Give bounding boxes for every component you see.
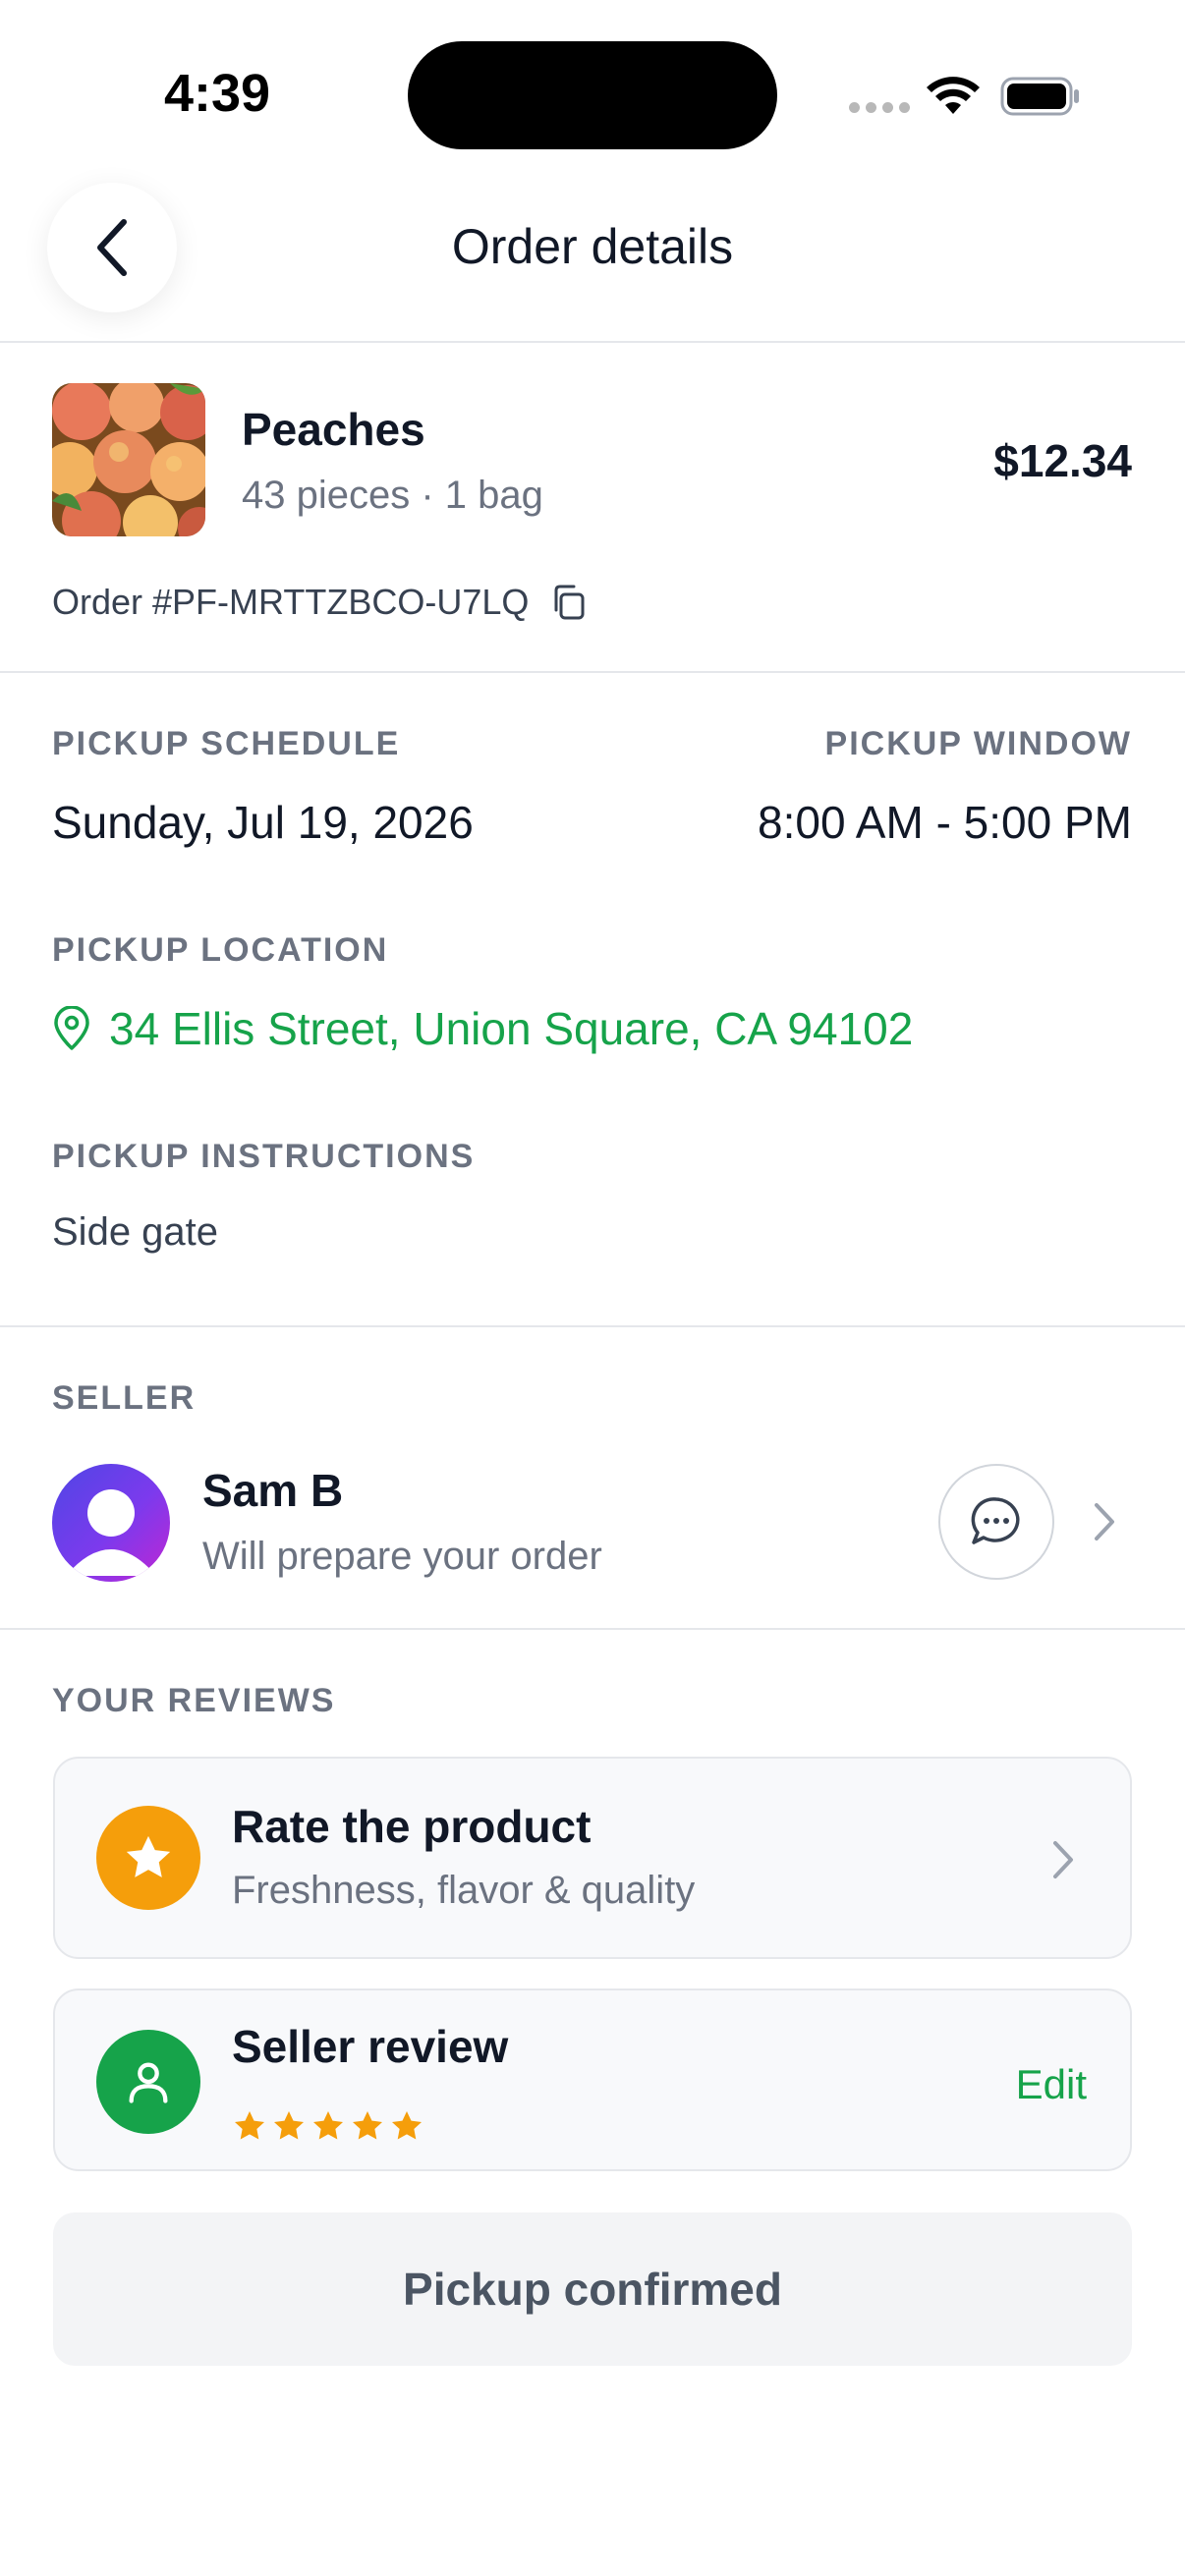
seller-subtitle: Will prepare your order	[202, 1535, 602, 1578]
pickup-window: 8:00 AM - 5:00 PM	[758, 797, 1132, 848]
wifi-icon	[927, 77, 980, 114]
chat-bubble-icon	[971, 1497, 1020, 1544]
status-time: 4:39	[164, 64, 271, 123]
seller-review-card: Seller review Edit	[53, 1988, 1132, 2171]
divider	[0, 1325, 1185, 1327]
rate-product-card[interactable]: Rate the product Freshness, flavor & qua…	[53, 1757, 1132, 1959]
status-bar: 4:39	[0, 0, 1185, 187]
chevron-right-icon[interactable]	[1089, 1499, 1118, 1544]
pickup-window-label: PICKUP WINDOW	[824, 725, 1132, 762]
dynamic-island	[408, 41, 777, 149]
rate-product-subtitle: Freshness, flavor & quality	[232, 1869, 696, 1912]
pickup-address: 34 Ellis Street, Union Square, CA 94102	[109, 1003, 914, 1054]
cellular-signal-icon	[849, 102, 910, 113]
pickup-date: Sunday, Jul 19, 2026	[52, 797, 474, 848]
battery-icon	[1000, 77, 1079, 116]
star-badge-icon	[96, 1806, 200, 1910]
divider	[0, 671, 1185, 673]
product-image	[52, 383, 205, 536]
seller-label: SELLER	[52, 1379, 197, 1417]
seller-name: Sam B	[202, 1465, 344, 1516]
copy-icon[interactable]	[548, 583, 588, 622]
product-name: Peaches	[242, 404, 425, 455]
pickup-instructions-label: PICKUP INSTRUCTIONS	[52, 1138, 476, 1175]
divider	[0, 341, 1185, 343]
your-reviews-label: YOUR REVIEWS	[52, 1682, 336, 1719]
rate-product-title: Rate the product	[232, 1801, 592, 1852]
divider	[0, 1628, 1185, 1630]
pickup-instructions: Side gate	[52, 1210, 219, 1254]
star-icon	[235, 2111, 264, 2140]
pickup-location-link[interactable]: 34 Ellis Street, Union Square, CA 94102	[52, 1002, 913, 1055]
pickup-confirmed-button[interactable]: Pickup confirmed	[53, 2212, 1132, 2366]
seller-review-title: Seller review	[232, 2021, 509, 2072]
pickup-location-label: PICKUP LOCATION	[52, 931, 389, 969]
star-icon	[392, 2111, 422, 2140]
product-quantity: 43 pieces · 1 bag	[242, 474, 543, 517]
order-id-row: Order #PF-MRTTZBCO-U7LQ	[52, 582, 588, 623]
chevron-right-icon	[1053, 1841, 1073, 1878]
product-price: $12.34	[993, 435, 1132, 486]
star-icon	[353, 2111, 382, 2140]
map-pin-icon	[54, 1006, 89, 1050]
edit-review-link[interactable]: Edit	[1016, 2061, 1087, 2108]
star-icon	[274, 2111, 304, 2140]
order-id: Order #PF-MRTTZBCO-U7LQ	[52, 582, 530, 622]
page-title: Order details	[451, 219, 734, 274]
star-icon	[313, 2111, 343, 2140]
avatar	[52, 1464, 170, 1582]
pickup-schedule-label: PICKUP SCHEDULE	[52, 725, 401, 762]
message-seller-button[interactable]	[938, 1464, 1054, 1580]
star-rating	[232, 2108, 424, 2144]
user-badge-icon	[96, 2030, 200, 2134]
